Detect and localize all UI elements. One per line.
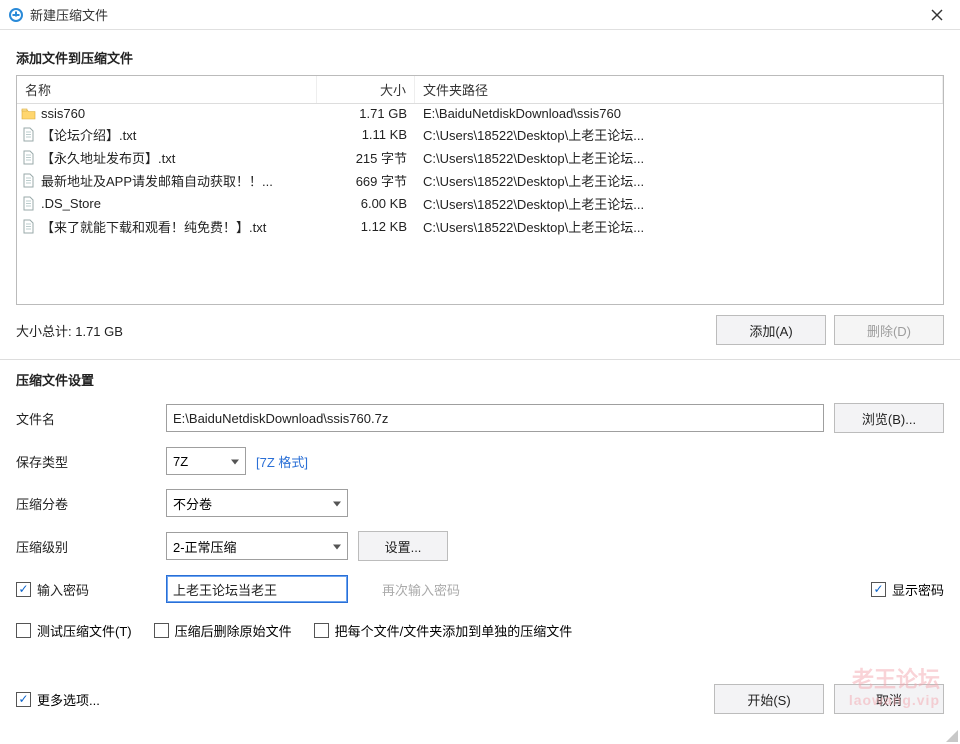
enter-password-checkbox[interactable]: 输入密码 xyxy=(16,580,89,599)
split-select[interactable]: 不分卷 xyxy=(166,489,348,517)
browse-button[interactable]: 浏览(B)... xyxy=(834,403,944,433)
table-row[interactable]: ssis7601.71 GBE:\BaiduNetdiskDownload\ss… xyxy=(17,104,943,123)
col-path[interactable]: 文件夹路径 xyxy=(415,76,943,103)
total-size-label: 大小总计: 1.71 GB xyxy=(16,321,708,340)
checkbox-icon xyxy=(16,623,31,638)
file-path: C:\Users\18522\Desktop\上老王论坛... xyxy=(415,194,943,213)
show-password-label: 显示密码 xyxy=(892,580,944,599)
checkbox-icon xyxy=(16,692,31,707)
table-row[interactable]: .DS_Store6.00 KBC:\Users\18522\Desktop\上… xyxy=(17,192,943,215)
level-select[interactable]: 2-正常压缩 xyxy=(166,532,348,560)
file-name: .DS_Store xyxy=(39,196,317,211)
level-label: 压缩级别 xyxy=(16,537,156,556)
folder-icon xyxy=(17,107,39,120)
checkbox-icon xyxy=(154,623,169,638)
filename-label: 文件名 xyxy=(16,409,156,428)
titlebar: 新建压缩文件 xyxy=(0,0,960,30)
reenter-password-input[interactable]: 再次输入密码 xyxy=(358,580,540,599)
checkbox-icon xyxy=(871,582,886,597)
file-icon xyxy=(17,219,39,234)
save-type-select[interactable]: 7Z xyxy=(166,447,246,475)
file-list[interactable]: 名称 大小 文件夹路径 ssis7601.71 GBE:\BaiduNetdis… xyxy=(16,75,944,305)
col-name[interactable]: 名称 xyxy=(17,76,317,103)
file-size: 1.12 KB xyxy=(317,219,415,234)
filename-input[interactable] xyxy=(166,404,824,432)
file-icon xyxy=(17,196,39,211)
more-options-checkbox[interactable]: 更多选项... xyxy=(16,690,100,709)
divider xyxy=(0,359,960,360)
each-separate-label: 把每个文件/文件夹添加到单独的压缩文件 xyxy=(335,621,573,640)
enter-password-label: 输入密码 xyxy=(37,580,89,599)
table-row[interactable]: 【永久地址发布页】.txt215 字节C:\Users\18522\Deskto… xyxy=(17,146,943,169)
file-size: 669 字节 xyxy=(317,171,415,190)
show-password-checkbox[interactable]: 显示密码 xyxy=(871,580,944,599)
file-list-header: 名称 大小 文件夹路径 xyxy=(17,76,943,104)
remove-button: 删除(D) xyxy=(834,315,944,345)
start-button[interactable]: 开始(S) xyxy=(714,684,824,714)
bottom-bar: 更多选项... 开始(S) 取消 xyxy=(0,674,960,724)
test-archive-checkbox[interactable]: 测试压缩文件(T) xyxy=(16,621,132,640)
password-input[interactable] xyxy=(166,575,348,603)
file-name: 【永久地址发布页】.txt xyxy=(39,148,317,167)
file-name: 最新地址及APP请发邮箱自动获取！！... xyxy=(39,171,317,190)
add-button[interactable]: 添加(A) xyxy=(716,315,826,345)
more-options-label: 更多选项... xyxy=(37,690,100,709)
file-icon xyxy=(17,150,39,165)
table-row[interactable]: 【论坛介绍】.txt1.11 KBC:\Users\18522\Desktop\… xyxy=(17,123,943,146)
file-size: 1.11 KB xyxy=(317,127,415,142)
close-button[interactable] xyxy=(922,0,952,30)
split-label: 压缩分卷 xyxy=(16,494,156,513)
cancel-button[interactable]: 取消 xyxy=(834,684,944,714)
config-button[interactable]: 设置... xyxy=(358,531,448,561)
file-path: C:\Users\18522\Desktop\上老王论坛... xyxy=(415,171,943,190)
table-row[interactable]: 【来了就能下载和观看！纯免费！】.txt1.12 KBC:\Users\1852… xyxy=(17,215,943,238)
file-size: 6.00 KB xyxy=(317,196,415,211)
file-name: 【来了就能下载和观看！纯免费！】.txt xyxy=(39,217,317,236)
file-name: ssis760 xyxy=(39,106,317,121)
delete-after-label: 压缩后删除原始文件 xyxy=(175,621,292,640)
file-icon xyxy=(17,127,39,142)
file-size: 215 字节 xyxy=(317,148,415,167)
settings-heading: 压缩文件设置 xyxy=(16,370,944,389)
level-value: 2-正常压缩 xyxy=(173,537,237,556)
each-separate-checkbox[interactable]: 把每个文件/文件夹添加到单独的压缩文件 xyxy=(314,621,573,640)
test-archive-label: 测试压缩文件(T) xyxy=(37,621,132,640)
file-size: 1.71 GB xyxy=(317,106,415,121)
checkbox-icon xyxy=(314,623,329,638)
split-value: 不分卷 xyxy=(173,494,212,513)
delete-after-checkbox[interactable]: 压缩后删除原始文件 xyxy=(154,621,292,640)
checkbox-icon xyxy=(16,582,31,597)
file-icon xyxy=(17,173,39,188)
format-link[interactable]: [7Z 格式] xyxy=(256,452,308,471)
save-type-label: 保存类型 xyxy=(16,452,156,471)
file-path: E:\BaiduNetdiskDownload\ssis760 xyxy=(415,106,943,121)
col-size[interactable]: 大小 xyxy=(317,76,415,103)
file-name: 【论坛介绍】.txt xyxy=(39,125,317,144)
app-icon xyxy=(8,7,24,23)
file-path: C:\Users\18522\Desktop\上老王论坛... xyxy=(415,148,943,167)
save-type-value: 7Z xyxy=(173,454,188,469)
file-path: C:\Users\18522\Desktop\上老王论坛... xyxy=(415,125,943,144)
resize-grip[interactable] xyxy=(946,730,958,742)
file-path: C:\Users\18522\Desktop\上老王论坛... xyxy=(415,217,943,236)
close-icon xyxy=(931,9,943,21)
window-title: 新建压缩文件 xyxy=(30,5,922,24)
add-files-heading: 添加文件到压缩文件 xyxy=(16,48,944,67)
table-row[interactable]: 最新地址及APP请发邮箱自动获取！！...669 字节C:\Users\1852… xyxy=(17,169,943,192)
